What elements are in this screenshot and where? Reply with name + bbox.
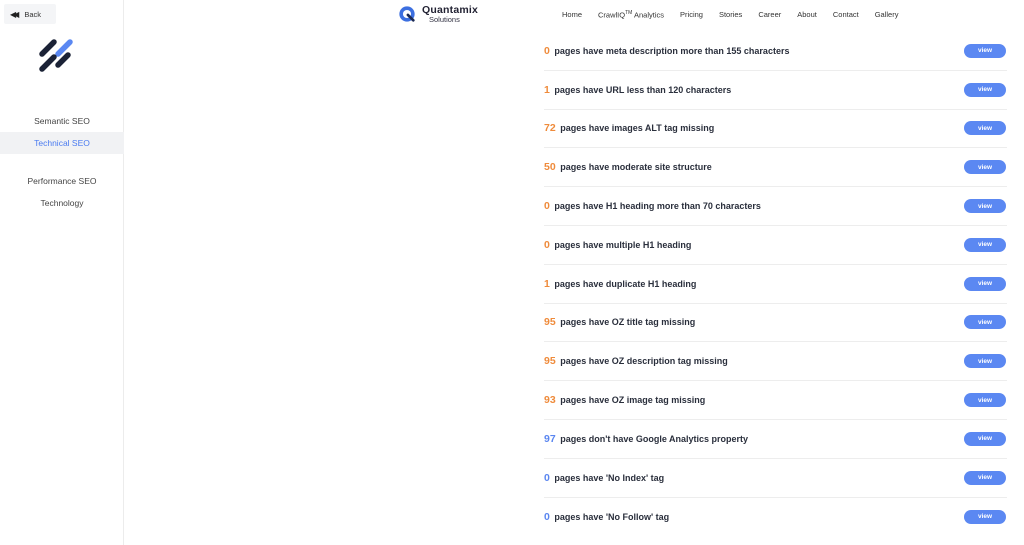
nav-home[interactable]: Home <box>562 10 582 19</box>
issue-count: 95 <box>544 355 556 368</box>
view-button[interactable]: view <box>964 509 1006 524</box>
nav-about[interactable]: About <box>797 10 817 19</box>
issue-text: 1 pages have URL less than 120 character… <box>544 84 731 96</box>
issue-row: 0 pages have H1 heading more than 70 cha… <box>544 187 1007 226</box>
view-button[interactable]: view <box>964 276 1006 291</box>
top-nav: Home CrawlIQTM Analytics Pricing Stories… <box>562 10 914 20</box>
quantamix-logo-icon <box>399 6 415 22</box>
issue-count: 0 <box>544 471 550 484</box>
issue-count: 1 <box>544 277 550 290</box>
issue-count: 0 <box>544 44 550 57</box>
issue-description: pages have moderate site structure <box>560 162 712 173</box>
issue-description: pages have OZ image tag missing <box>560 395 706 406</box>
view-button[interactable]: view <box>964 121 1006 136</box>
nav-crawliq-suffix: Analytics <box>632 10 665 20</box>
view-button[interactable]: view <box>964 431 1006 446</box>
issue-count: 50 <box>544 161 556 174</box>
issue-count: 97 <box>544 432 556 445</box>
issue-description: pages have 'No Follow' tag <box>554 511 670 522</box>
issue-text: 0 pages have multiple H1 heading <box>544 239 691 251</box>
nav-crawliq-analytics[interactable]: CrawlIQTM Analytics <box>598 10 664 20</box>
double-chevron-left-icon: ◀◀ <box>10 9 19 19</box>
sidebar-item-label: Semantic SEO <box>34 116 90 126</box>
issue-row: 1 pages have URL less than 120 character… <box>544 71 1007 110</box>
brand[interactable]: Quantamix Solutions <box>398 5 478 23</box>
issue-text: 95 pages have OZ title tag missing <box>544 316 695 328</box>
view-button[interactable]: view <box>964 393 1006 408</box>
sidebar-item-semantic-seo[interactable]: Semantic SEO <box>0 110 124 132</box>
nav-crawliq-label: CrawlIQ <box>598 10 626 20</box>
issue-description: pages have 'No Index' tag <box>554 472 665 483</box>
issue-text: 50 pages have moderate site structure <box>544 161 712 173</box>
issue-text: 0 pages have 'No Follow' tag <box>544 511 669 523</box>
technical-seo-issues-list: 0 pages have meta description more than … <box>544 32 1007 536</box>
issue-row: 0 pages have multiple H1 heading view <box>544 226 1007 265</box>
nav-gallery[interactable]: Gallery <box>875 10 899 19</box>
nav-stories[interactable]: Stories <box>719 10 742 19</box>
issue-row: 0 pages have 'No Follow' tag view <box>544 498 1007 537</box>
issue-row: 50 pages have moderate site structure vi… <box>544 148 1007 188</box>
sidebar-item-label: Technology <box>40 198 84 208</box>
issue-count: 0 <box>544 238 550 251</box>
view-button[interactable]: view <box>964 199 1006 214</box>
view-button[interactable]: view <box>964 315 1006 330</box>
issue-description: pages have meta description more than 15… <box>554 45 790 56</box>
issue-count: 95 <box>544 316 556 329</box>
issue-text: 0 pages have 'No Index' tag <box>544 472 664 484</box>
sidebar-item-label: Technical SEO <box>34 138 90 148</box>
view-button[interactable]: view <box>964 354 1006 369</box>
sidebar-item-technology[interactable]: Technology <box>0 192 124 214</box>
issue-count: 0 <box>544 200 550 213</box>
issue-description: pages have OZ description tag missing <box>560 356 728 367</box>
sidebar-item-performance-seo[interactable]: Performance SEO <box>0 170 124 192</box>
issue-text: 95 pages have OZ description tag missing <box>544 355 728 367</box>
brand-name: Quantamix <box>422 4 479 16</box>
issue-description: pages have OZ title tag missing <box>560 317 696 328</box>
view-button[interactable]: view <box>964 82 1006 97</box>
issue-description: pages don't have Google Analytics proper… <box>560 433 749 444</box>
issue-text: 93 pages have OZ image tag missing <box>544 394 705 406</box>
issue-row: 0 pages have meta description more than … <box>544 32 1007 71</box>
issue-description: pages have multiple H1 heading <box>554 239 692 250</box>
nav-contact[interactable]: Contact <box>833 10 859 19</box>
issue-count: 1 <box>544 83 550 96</box>
view-button[interactable]: view <box>964 237 1006 252</box>
issue-description: pages have images ALT tag missing <box>560 123 715 134</box>
issue-text: 0 pages have H1 heading more than 70 cha… <box>544 200 761 212</box>
issue-text: 72 pages have images ALT tag missing <box>544 122 714 134</box>
brand-text: Quantamix Solutions <box>422 5 478 23</box>
back-label: Back <box>24 9 41 19</box>
issue-row: 97 pages don't have Google Analytics pro… <box>544 420 1007 459</box>
issue-description: pages have duplicate H1 heading <box>554 278 697 289</box>
issue-row: 1 pages have duplicate H1 heading view <box>544 265 1007 304</box>
issue-description: pages have H1 heading more than 70 chara… <box>554 201 761 212</box>
view-button[interactable]: view <box>964 160 1006 175</box>
sidebar-item-label: Performance SEO <box>27 176 97 186</box>
nav-career[interactable]: Career <box>758 10 781 19</box>
issue-count: 0 <box>544 510 550 523</box>
back-button[interactable]: ◀◀ Back <box>4 4 56 24</box>
nav-pricing[interactable]: Pricing <box>680 10 703 19</box>
issue-count: 93 <box>544 394 556 407</box>
side-nav: Semantic SEO Technical SEO Performance S… <box>0 110 124 214</box>
brand-subtitle: Solutions <box>429 14 460 24</box>
issue-count: 72 <box>544 122 556 135</box>
view-button[interactable]: view <box>964 43 1006 58</box>
issue-row: 93 pages have OZ image tag missing view <box>544 381 1007 420</box>
issue-text: 97 pages don't have Google Analytics pro… <box>544 433 748 445</box>
issue-description: pages have URL less than 120 characters <box>554 84 732 95</box>
issue-row: 0 pages have 'No Index' tag view <box>544 459 1007 498</box>
app-logo <box>39 39 73 72</box>
issue-row: 72 pages have images ALT tag missing vie… <box>544 110 1007 149</box>
issue-row: 95 pages have OZ title tag missing view <box>544 304 1007 343</box>
issue-row: 95 pages have OZ description tag missing… <box>544 342 1007 382</box>
issue-text: 0 pages have meta description more than … <box>544 45 789 57</box>
sidebar: ◀◀ Back Semantic SEO Technical SEO Perfo… <box>0 0 124 545</box>
view-button[interactable]: view <box>964 470 1006 485</box>
sidebar-item-technical-seo[interactable]: Technical SEO <box>0 132 124 154</box>
issue-text: 1 pages have duplicate H1 heading <box>544 278 696 290</box>
